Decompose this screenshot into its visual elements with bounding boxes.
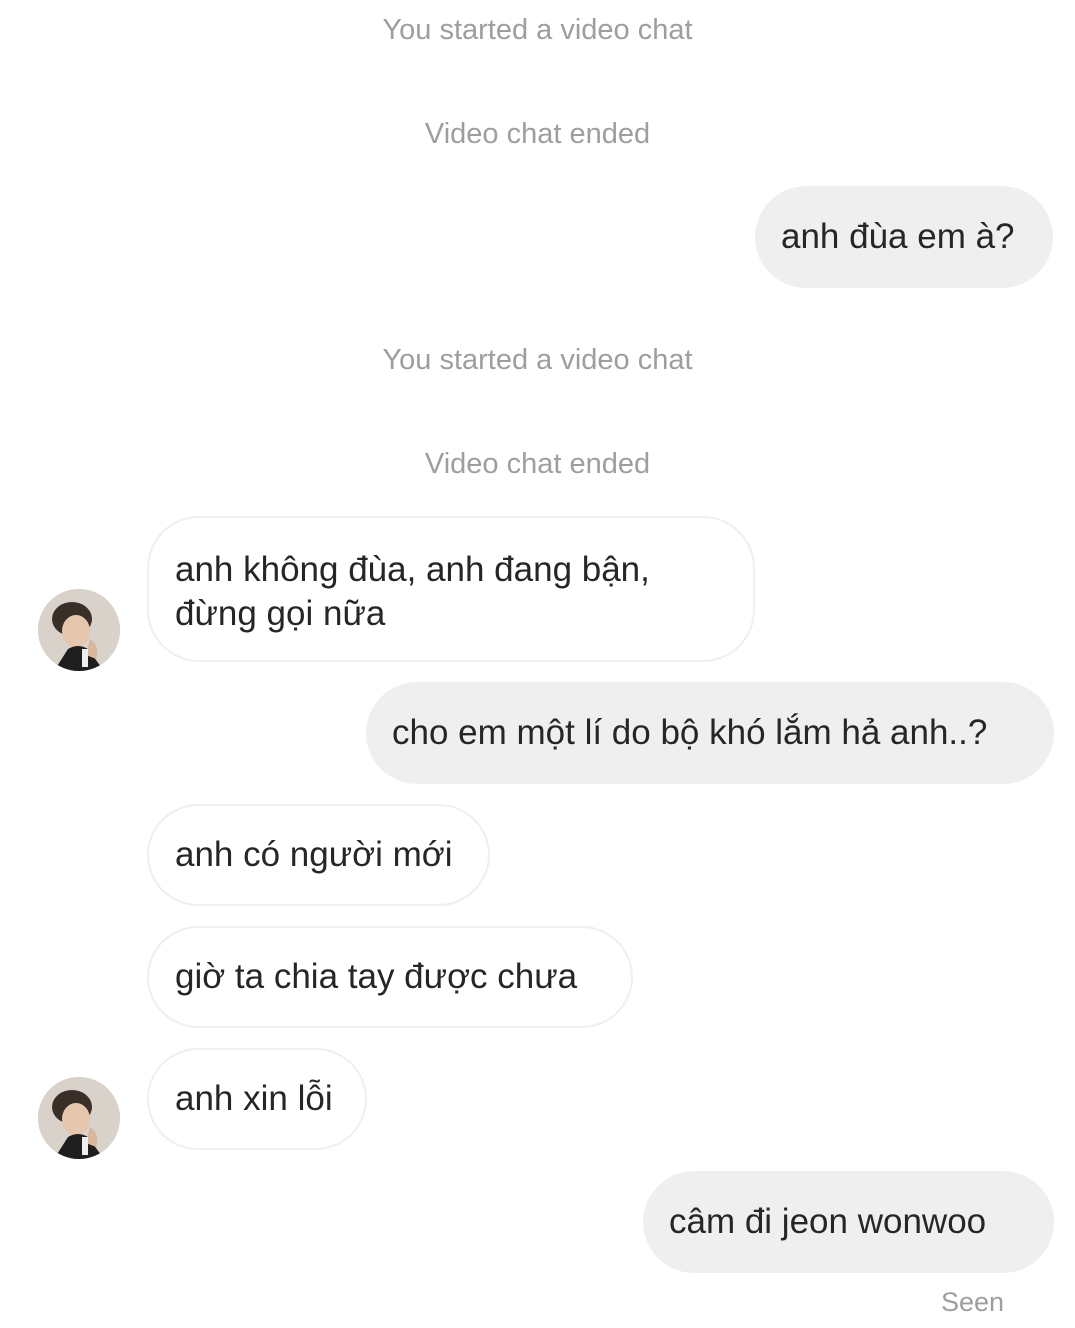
message-text: anh không đùa, anh đang bận, đừng gọi nữ… bbox=[175, 550, 650, 633]
message-bubble-outgoing[interactable]: câm đi jeon wonwoo bbox=[643, 1171, 1054, 1273]
system-message-video-started: You started a video chat bbox=[382, 344, 693, 376]
message-bubble-outgoing[interactable]: anh đùa em à? bbox=[755, 186, 1053, 288]
message-text: giờ ta chia tay được chưa bbox=[175, 957, 578, 996]
avatar-photo-icon bbox=[38, 1077, 120, 1159]
contact-avatar[interactable] bbox=[38, 1077, 120, 1159]
contact-avatar[interactable] bbox=[38, 589, 120, 671]
message-bubble-incoming[interactable]: anh không đùa, anh đang bận, đừng gọi nữ… bbox=[147, 516, 755, 662]
message-text: cho em một lí do bộ khó lắm hả anh..? bbox=[392, 713, 988, 752]
system-message-video-ended: Video chat ended bbox=[424, 448, 651, 480]
message-text: anh xin lỗi bbox=[175, 1079, 333, 1118]
message-bubble-incoming[interactable]: giờ ta chia tay được chưa bbox=[147, 926, 633, 1028]
message-bubble-incoming[interactable]: anh xin lỗi bbox=[147, 1048, 367, 1150]
seen-status: Seen bbox=[941, 1287, 1005, 1317]
message-text: câm đi jeon wonwoo bbox=[669, 1202, 987, 1241]
message-text: anh đùa em à? bbox=[781, 217, 1015, 256]
message-bubble-outgoing[interactable]: cho em một lí do bộ khó lắm hả anh..? bbox=[366, 682, 1054, 784]
avatar-photo-icon bbox=[38, 589, 120, 671]
message-text: anh có người mới bbox=[175, 835, 453, 874]
system-message-video-ended: Video chat ended bbox=[424, 118, 651, 150]
system-message-video-started: You started a video chat bbox=[382, 14, 693, 46]
message-bubble-incoming[interactable]: anh có người mới bbox=[147, 804, 490, 906]
